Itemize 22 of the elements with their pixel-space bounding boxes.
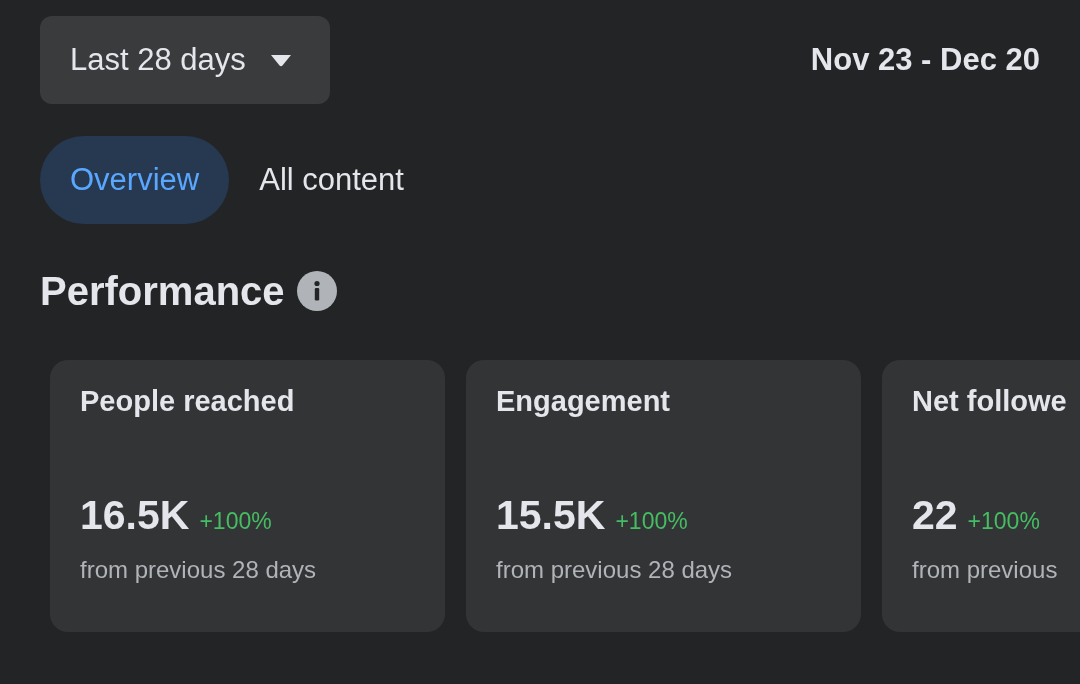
- caret-icon: [269, 53, 292, 67]
- metric-card[interactable]: People reached 16.5K +100% from previous 28 days: [50, 360, 445, 632]
- metric-title: People reached: [80, 384, 295, 418]
- metric-value: 15.5K: [496, 491, 606, 539]
- date-range-dropdown[interactable]: Last 28 days: [40, 16, 330, 104]
- metric-card[interactable]: Engagement 15.5K +100% from previous 28 days: [466, 360, 861, 632]
- metric-change: +100%: [199, 507, 272, 536]
- metric-value: 22: [912, 491, 958, 539]
- metric-change: +100%: [967, 507, 1040, 536]
- tab[interactable]: Overview: [40, 136, 230, 224]
- info-icon[interactable]: [296, 271, 337, 311]
- metric-change: +100%: [615, 507, 688, 536]
- metric-title: Engagement: [496, 384, 671, 418]
- date-range-text: Nov 23 - Dec 20: [810, 42, 1040, 78]
- metric-caption: from previous 28 days: [80, 555, 317, 585]
- tab[interactable]: All content: [229, 136, 434, 224]
- metric-card[interactable]: Net followe 22 +100% from previous: [882, 360, 1080, 632]
- metric-value: 16.5K: [80, 491, 190, 539]
- metric-title: Net followe: [912, 384, 1067, 418]
- metric-caption: from previous: [912, 555, 1058, 585]
- metric-caption: from previous 28 days: [496, 555, 733, 585]
- section-title: Performance: [40, 268, 285, 314]
